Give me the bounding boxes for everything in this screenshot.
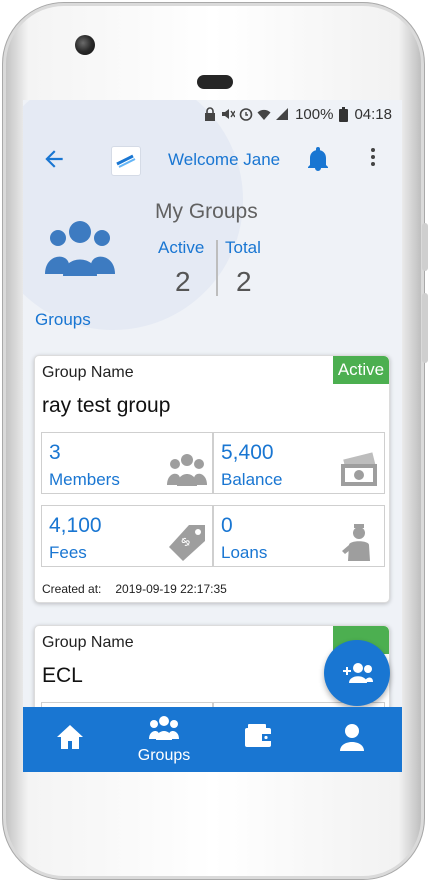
front-camera [75,35,95,55]
members-tile[interactable]: 3 Members [41,432,213,494]
group-name-label: Group Name [42,364,134,381]
group-name: ECL [42,664,83,687]
balance-value: 5,400 [221,441,274,464]
status-badge: Active [333,356,389,384]
nav-home[interactable] [23,707,117,772]
groups-link[interactable]: Groups [35,310,91,330]
add-group-button[interactable] [324,640,390,706]
balance-tile[interactable]: 5,400 Balance [213,432,385,494]
alarm-icon [239,108,253,121]
group-card[interactable]: Group Name ray test group Active 3 Membe… [34,355,390,603]
price-tag-icon: $ [169,525,205,561]
fees-value: 4,100 [49,514,102,537]
fees-tile[interactable]: 4,100 Fees $ [41,505,213,567]
members-label: Members [49,470,120,489]
welcome-text: Welcome Jane [168,150,281,169]
members-value: 3 [49,441,61,464]
people-icon [45,221,115,276]
clock-text: 04:18 [354,105,392,123]
battery-text: 100% [295,105,334,123]
nav-wallet[interactable] [211,707,305,772]
my-groups-title: My Groups [155,200,258,223]
more-vert-icon[interactable] [369,148,377,170]
fees-label: Fees [49,543,87,562]
signal-icon [276,108,289,120]
group-name: ray test group [42,394,171,417]
loans-tile[interactable]: 0 Loans [213,505,385,567]
bell-icon[interactable] [306,146,330,172]
side-button [422,293,428,363]
home-icon [57,725,83,749]
total-label: Total [225,238,261,257]
stat-divider [216,240,218,296]
nav-profile[interactable] [305,707,399,772]
lock-icon [205,107,216,121]
battery-icon [339,106,349,122]
person-icon [340,724,364,751]
people-icon [167,454,207,486]
created-at-label: Created at: [42,582,102,596]
balance-label: Balance [221,470,283,489]
wifi-icon [257,109,271,120]
logo-mark-icon [116,154,136,168]
loans-label: Loans [221,543,268,562]
created-at-value: 2019-09-19 22:17:35 [115,582,227,596]
created-at: Created at: 2019-09-19 22:17:35 [42,582,227,596]
app-logo [111,146,141,176]
volume-button [422,223,428,271]
active-label: Active [158,238,205,257]
nav-groups-label: Groups [137,747,191,764]
group-name-label: Group Name [42,634,134,651]
status-bar: 100% 04:18 [23,100,402,128]
add-group-icon [343,663,373,683]
wallet-icon [245,724,271,747]
status-icons [203,107,289,121]
active-count: 2 [175,266,191,297]
loans-value: 0 [221,514,233,537]
total-count: 2 [236,266,252,297]
cash-icon [341,452,377,486]
app-bar: Welcome Jane [23,128,402,188]
people-icon [149,716,179,740]
earpiece-speaker [197,75,233,89]
nav-groups[interactable]: Groups [117,707,211,772]
app-screen: 100% 04:18 Welcome Jane Groups My Groups… [23,100,402,772]
arrow-left-icon[interactable] [41,146,67,172]
bottom-nav: Groups [23,707,402,772]
mute-icon [222,109,236,119]
person-icon [342,524,370,561]
